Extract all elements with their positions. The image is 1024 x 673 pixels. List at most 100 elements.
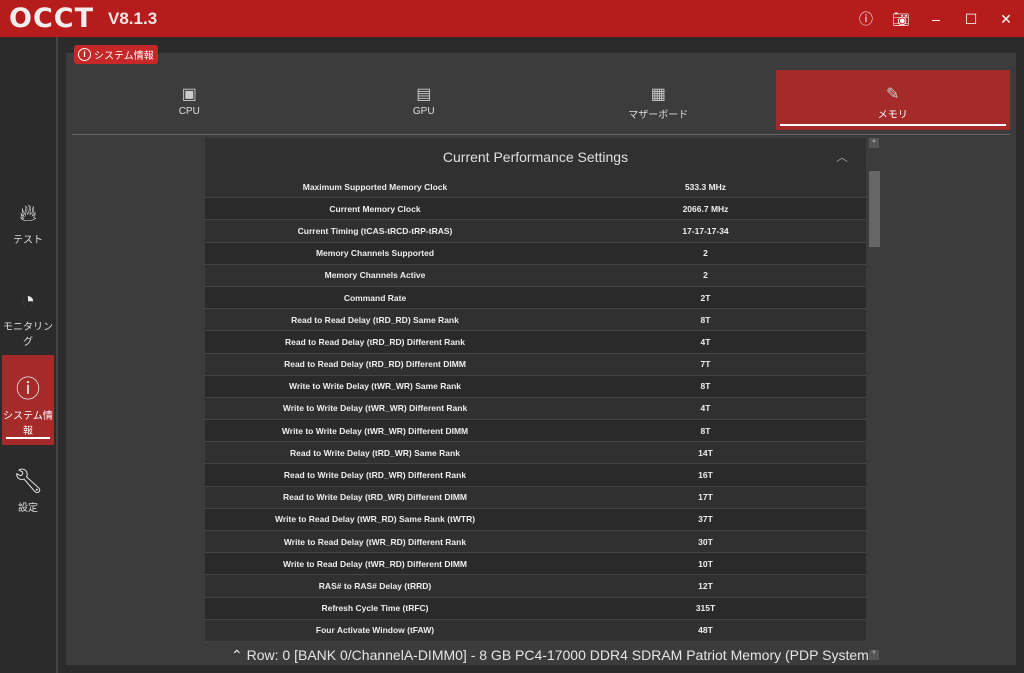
setting-name: Read to Write Delay (tRD_WR) Same Rank <box>290 447 460 458</box>
setting-value: 16T <box>698 470 713 481</box>
setting-value: 7T <box>700 359 711 370</box>
info-icon: i <box>78 48 91 61</box>
setting-name: Four Activate Window (tFAW) <box>315 625 435 636</box>
table-row: Command Rate 2T <box>205 286 866 310</box>
setting-value: 10T <box>698 558 713 569</box>
table-row: Write to Read Delay (tWR_RD) Different D… <box>205 553 866 576</box>
table-row: Memory Channels Supported 2 <box>205 242 866 265</box>
table-row: Current Timing (tCAS-tRCD-tRP-tRAS) 17-17… <box>205 220 866 243</box>
setting-value: 17T <box>698 492 713 503</box>
setting-name: Read to Read Delay (tRD_RD) Different Ra… <box>285 336 465 347</box>
setting-name: Memory Channels Active <box>324 270 426 281</box>
tab-label: GPU <box>412 106 435 117</box>
flame-icon: 🔥︎ <box>19 200 37 227</box>
main-panel: ▣ CPU ▤ GPU ▦ マザーボード ✎ メモリ Current Performan… <box>66 53 1016 665</box>
sidebar-item-system-info[interactable]: ⓘ システム情報 <box>2 355 54 445</box>
setting-name: Read to Write Delay (tRD_WR) Different D… <box>282 492 468 503</box>
chevron-up-icon: ⌃ <box>231 647 247 663</box>
setting-value: 8T <box>700 314 711 325</box>
table-row: Current Memory Clock 2066.7 MHz <box>205 198 866 221</box>
setting-value: 2T <box>700 292 711 303</box>
performance-settings-section: Current Performance Settings ︿ Maximum Su… <box>205 138 866 642</box>
setting-value: 4T <box>700 403 711 414</box>
setting-name: Memory Channels Supported <box>315 248 435 259</box>
tab-gpu[interactable]: ▤ GPU <box>307 70 542 130</box>
page-badge: i システム情報 <box>74 45 158 64</box>
gpu-icon: ▤ <box>416 86 432 103</box>
table-row: Maximum Supported Memory Clock 533.3 MHz <box>205 176 866 199</box>
tab-motherboard[interactable]: ▦ マザーボード <box>541 70 776 130</box>
table-row: Four Activate Window (tFAW) 48T <box>205 620 866 642</box>
setting-value: 2 <box>703 248 708 259</box>
setting-value: 17-17-17-34 <box>682 225 729 236</box>
table-row: RAS# to RAS# Delay (tRRD) 12T <box>205 575 866 598</box>
section-title: Current Performance Settings <box>442 149 629 165</box>
tab-label: マザーボード <box>628 110 689 121</box>
setting-value: 8T <box>700 381 711 392</box>
sidebar-item-monitoring[interactable]: ◔ モニタリング <box>2 287 54 348</box>
table-row: Read to Read Delay (tRD_RD) Same Rank 8T <box>205 309 866 332</box>
setting-name: Write to Write Delay (tWR_WR) Different … <box>281 425 469 436</box>
setting-name: Maximum Supported Memory Clock <box>302 181 448 192</box>
setting-value: 4T <box>700 336 711 347</box>
cpu-icon: ▣ <box>181 86 197 103</box>
setting-name: Write to Write Delay (tWR_WR) Different … <box>282 403 468 414</box>
table-row: Read to Write Delay (tRD_WR) Different D… <box>205 487 866 509</box>
setting-name: Read to Write Delay (tRD_WR) Different R… <box>283 470 467 481</box>
tab-bar: ▣ CPU ▤ GPU ▦ マザーボード ✎ メモリ <box>72 70 1010 130</box>
setting-value: 30T <box>698 536 713 547</box>
setting-value: 315T <box>695 603 716 614</box>
occt-logo: OCCT <box>9 3 94 34</box>
setting-value: 37T <box>698 514 713 525</box>
setting-value: 8T <box>700 425 711 436</box>
setting-value: 2066.7 MHz <box>682 203 729 214</box>
section-header[interactable]: Current Performance Settings ︿ <box>205 138 866 176</box>
tab-cpu[interactable]: ▣ CPU <box>72 70 307 130</box>
table-row: Write to Read Delay (tWR_RD) Same Rank (… <box>205 508 866 531</box>
camera-icon[interactable]: 📷︎ <box>891 9 911 29</box>
memory-icon: ✎ <box>886 86 900 103</box>
motherboard-icon: ▦ <box>650 86 666 103</box>
sidebar-item-label: モニタリング <box>3 322 53 348</box>
table-row: Write to Read Delay (tWR_RD) Different R… <box>205 531 866 554</box>
active-indicator <box>6 437 50 439</box>
setting-name: Write to Write Delay (tWR_WR) Same Rank <box>288 381 462 392</box>
maximize-icon[interactable]: ☐ <box>961 9 981 29</box>
setting-name: Write to Read Delay (tWR_RD) Different D… <box>282 558 468 569</box>
table-row: Read to Write Delay (tRD_WR) Same Rank 14… <box>205 442 866 465</box>
setting-name: Refresh Cycle Time (tRFC) <box>321 603 429 614</box>
scroll-thumb[interactable] <box>869 171 880 247</box>
sidebar-item-label: テスト <box>13 235 43 246</box>
table-row: Write to Write Delay (tWR_WR) Different … <box>205 420 866 443</box>
wrench-icon: 🔧︎ <box>12 468 44 495</box>
table-row: Write to Write Delay (tWR_WR) Different … <box>205 398 866 421</box>
title-bar: OCCT V8.1.3 ⓘ 📷︎ – ☐ ✕ <box>0 0 1024 37</box>
settings-table: Maximum Supported Memory Clock 533.3 MHz C… <box>205 176 866 642</box>
setting-name: Write to Read Delay (tWR_RD) Different R… <box>283 536 467 547</box>
active-tab-underline <box>779 124 1006 126</box>
sidebar-item-test[interactable]: 🔥︎ テスト <box>2 200 54 250</box>
sidebar: 🔥︎ テスト ◔ モニタリング ⓘ システム情報 🔧︎ 設定 <box>0 37 58 673</box>
tab-memory[interactable]: ✎ メモリ <box>775 70 1010 130</box>
info-icon[interactable]: ⓘ <box>856 9 876 29</box>
setting-value: 2 <box>703 270 708 281</box>
sidebar-item-settings[interactable]: 🔧︎ 設定 <box>2 467 54 517</box>
setting-value: 12T <box>698 580 713 591</box>
scroll-down-button[interactable]: ▼ <box>869 650 879 660</box>
setting-value: 48T <box>698 625 713 636</box>
scrollbar[interactable]: ▲ ▼ <box>869 138 881 660</box>
sidebar-item-label: システム情報 <box>3 411 53 437</box>
table-row: Read to Write Delay (tRD_WR) Different R… <box>205 464 866 487</box>
tab-label: メモリ <box>877 110 908 121</box>
chevron-up-icon[interactable]: ︿ <box>836 138 848 176</box>
setting-value: 533.3 MHz <box>684 181 727 192</box>
divider <box>72 134 1010 135</box>
table-row: Refresh Cycle Time (tRFC) 315T <box>205 597 866 620</box>
setting-name: RAS# to RAS# Delay (tRRD) <box>318 580 432 591</box>
table-row: Memory Channels Active 2 <box>205 265 866 287</box>
setting-name: Command Rate <box>343 292 407 303</box>
close-icon[interactable]: ✕ <box>996 9 1016 29</box>
minimize-icon[interactable]: – <box>926 9 946 29</box>
memory-row-header[interactable]: ⌃ Row: 0 [BANK 0/ChannelA-DIMM0] - 8 GB … <box>231 647 871 664</box>
scroll-up-button[interactable]: ▲ <box>869 138 879 148</box>
